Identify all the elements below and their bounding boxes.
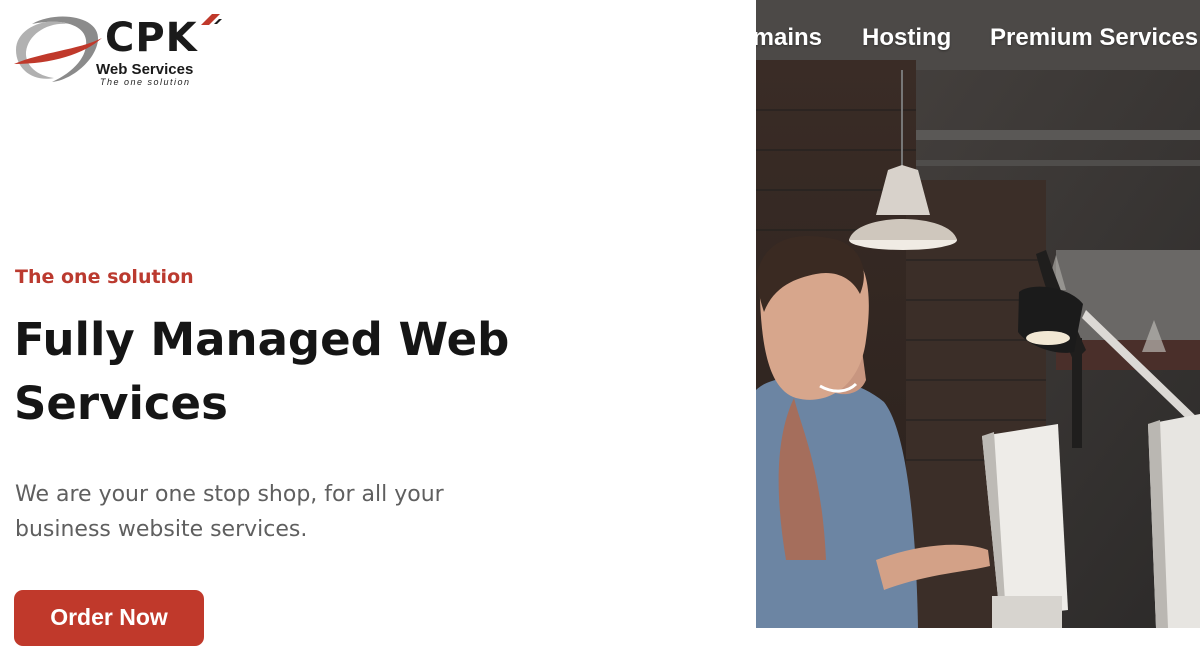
hero-left-panel: CPK Web Services The one solution The on… [0,0,756,646]
site-logo[interactable]: CPK Web Services The one solution [12,8,222,90]
main-navigation: mains Hosting Premium Services [756,0,1200,78]
hero-eyebrow: The one solution [15,266,194,288]
hero-image-panel: mains Hosting Premium Services [756,0,1200,628]
nav-hosting[interactable]: Hosting [862,24,951,52]
order-now-button[interactable]: Order Now [14,590,204,646]
nav-domains[interactable]: mains [756,24,822,52]
swoosh-logo-icon [14,16,102,82]
red-diagonal-mark-icon [201,14,222,25]
logo-wordmark: CPK [105,15,198,61]
nav-premium-services[interactable]: Premium Services [990,24,1198,52]
logo-tagline: The one solution [100,77,191,87]
hero-description: We are your one stop shop, for all your … [15,482,444,542]
hero-headline: Fully Managed Web Services [14,313,510,430]
logo-subtitle: Web Services [96,61,194,78]
office-photo [756,0,1200,628]
